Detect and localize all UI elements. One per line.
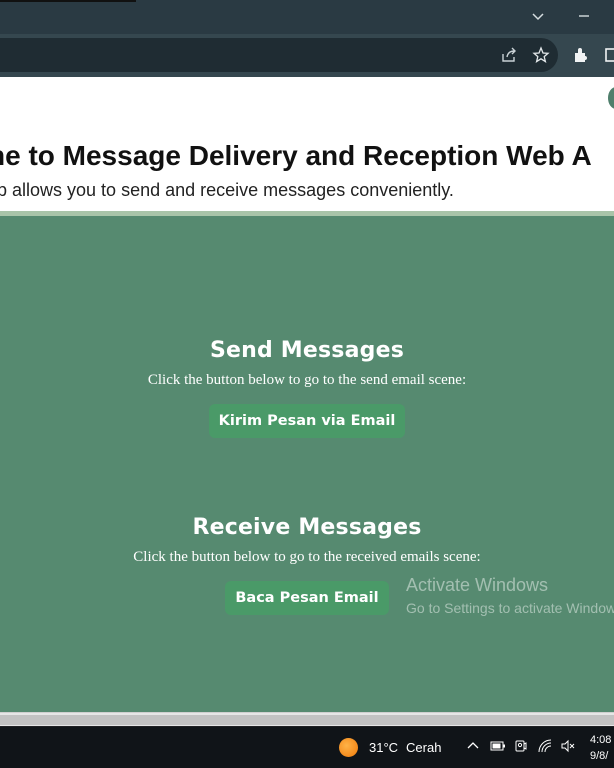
clock-date: 9/8/ <box>590 749 609 762</box>
clock[interactable]: 4:08 9/8/ <box>590 727 611 768</box>
weather-widget[interactable]: 31°C Cerah <box>339 727 441 768</box>
side-panel-icon[interactable] <box>602 45 614 65</box>
browser-window: ne to Message Delivery and Reception Web… <box>0 0 614 768</box>
chevron-down-icon[interactable] <box>529 7 547 25</box>
send-description: Click the button below to go to the send… <box>147 372 467 388</box>
page-subtitle: p allows you to send and receive message… <box>0 180 454 200</box>
receive-description: Click the button below to go to the rece… <box>133 549 481 565</box>
main-content: Send Messages Click the button below to … <box>0 216 614 712</box>
system-tray <box>466 727 576 768</box>
speaker-muted-icon[interactable] <box>560 739 576 756</box>
sun-icon <box>339 738 358 757</box>
horizontal-scrollbar[interactable] <box>0 712 614 726</box>
send-section: Send Messages Click the button below to … <box>0 338 614 438</box>
extensions-icon[interactable] <box>571 45 591 65</box>
taskbar: 31°C Cerah 4:08 9/8/ <box>0 727 614 768</box>
weather-temperature: 31°C <box>369 740 399 755</box>
camera-icon[interactable] <box>514 739 528 756</box>
activate-windows-title: Activate Windows <box>406 575 549 595</box>
receive-heading: Receive Messages <box>192 515 422 540</box>
active-tab-edge <box>0 0 136 2</box>
weather-condition: Cerah <box>406 740 442 755</box>
avatar[interactable] <box>608 87 614 109</box>
scrollbar-thumb[interactable] <box>0 715 614 725</box>
send-heading: Send Messages <box>209 338 405 363</box>
activate-windows-hint: Go to Settings to activate Windows. <box>406 600 614 616</box>
web-page: ne to Message Delivery and Reception Web… <box>0 77 614 712</box>
battery-icon[interactable] <box>490 739 506 756</box>
minimize-icon[interactable] <box>572 7 596 25</box>
clock-time: 4:08 <box>590 733 612 746</box>
send-email-button[interactable]: Kirim Pesan via Email <box>208 404 406 438</box>
tab-strip <box>0 0 614 34</box>
share-icon[interactable] <box>499 45 519 65</box>
address-bar[interactable] <box>0 38 558 72</box>
page-header: ne to Message Delivery and Reception Web… <box>0 77 614 212</box>
read-email-button[interactable]: Baca Pesan Email <box>225 581 389 615</box>
chevron-up-icon[interactable] <box>466 739 480 756</box>
wifi-icon[interactable] <box>538 739 554 756</box>
star-icon[interactable] <box>531 45 551 65</box>
page-title: ne to Message Delivery and Reception Web… <box>0 140 592 171</box>
